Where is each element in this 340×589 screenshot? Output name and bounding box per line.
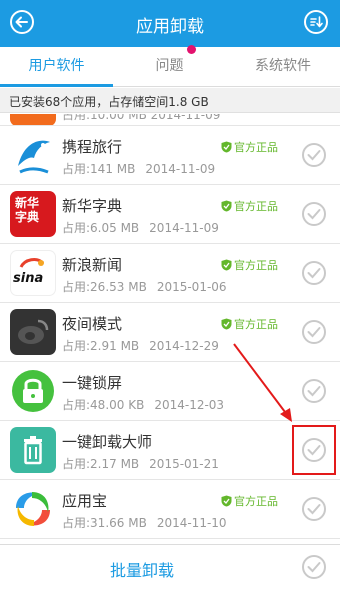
official-badge: 官方正品 (221, 198, 278, 214)
annotation-highlight-box (292, 425, 336, 475)
tab-bar: 用户软件 问题 系统软件 (0, 47, 340, 87)
official-badge-text: 官方正品 (234, 318, 278, 331)
select-checkbox[interactable] (302, 202, 326, 226)
list-item[interactable]: 一键卸载大师 占用:2.17 MB 2015-01-21 (0, 422, 340, 480)
ctrip-icon (10, 132, 56, 178)
checkmark-icon (307, 562, 321, 573)
uninstall-master-icon (10, 427, 56, 473)
official-badge-text: 官方正品 (234, 141, 278, 154)
official-badge: 官方正品 (221, 257, 278, 273)
list-item[interactable]: 新华 字典 新华字典 占用:6.05 MB 2014-11-09 官方正品 (0, 186, 340, 244)
tab-system-apps[interactable]: 系统软件 (226, 47, 340, 87)
list-item-partial: 占用:10.00 MB 2014-11-09 (0, 114, 340, 126)
bottom-action-bar: 批量卸载 (0, 544, 340, 589)
official-badge-text: 官方正品 (234, 200, 278, 213)
shield-check-icon (221, 495, 232, 507)
sina-news-icon: sina (10, 250, 56, 296)
shield-check-icon (221, 200, 232, 212)
page-title: 应用卸载 (136, 17, 204, 37)
shield-check-icon (221, 141, 232, 153)
select-checkbox[interactable] (302, 320, 326, 344)
sina-logo-text: sina (13, 271, 44, 286)
app-meta: 占用:2.91 MB 2014-12-29 (62, 337, 219, 354)
annotation-arrow (233, 343, 292, 422)
app-meta: 占用:26.53 MB 2015-01-06 (62, 278, 227, 295)
checkmark-icon (307, 268, 321, 279)
checkmark-icon (307, 209, 321, 220)
shield-check-icon (221, 259, 232, 271)
official-badge: 官方正品 (221, 139, 278, 155)
app-size: 占用:2.17 MB (62, 457, 140, 471)
checkmark-icon (307, 327, 321, 338)
xinhua-icon-line2: 字典 (15, 210, 40, 224)
xinhua-dictionary-icon: 新华 字典 (10, 191, 56, 237)
app-size: 占用:141 MB (62, 162, 136, 176)
app-name: 一键卸载大师 (62, 433, 153, 451)
list-item[interactable]: sina 新浪新闻 占用:26.53 MB 2015-01-06 官方正品 (0, 245, 340, 303)
app-date: 2015-01-06 (156, 280, 227, 294)
app-list[interactable]: 占用:10.00 MB 2014-11-09 携程旅行 占用:141 MB 201… (0, 114, 340, 543)
official-badge-text: 官方正品 (234, 495, 278, 508)
app-size: 占用:6.05 MB (62, 221, 140, 235)
select-checkbox[interactable] (302, 497, 326, 521)
app-name: 一键锁屏 (62, 374, 123, 392)
tab-issues[interactable]: 问题 (113, 47, 226, 87)
app-meta: 占用:141 MB 2014-11-09 (62, 160, 215, 177)
checkmark-icon (307, 504, 321, 515)
app-meta: 占用:2.17 MB 2015-01-21 (62, 455, 219, 472)
list-item[interactable]: 携程旅行 占用:141 MB 2014-11-09 官方正品 (0, 127, 340, 185)
app-date: 2014-12-03 (154, 398, 225, 412)
checkmark-icon (307, 386, 321, 397)
sort-down-icon (310, 16, 323, 28)
app-icon-partial (10, 114, 56, 125)
app-date: 2014-11-10 (156, 516, 227, 530)
list-item[interactable]: 应用宝 占用:31.66 MB 2014-11-10 官方正品 (0, 481, 340, 539)
select-all-checkbox[interactable] (302, 555, 326, 579)
select-checkbox[interactable] (302, 143, 326, 167)
official-badge-text: 官方正品 (234, 259, 278, 272)
app-date: 2014-11-09 (145, 162, 216, 176)
official-badge: 官方正品 (221, 316, 278, 332)
storage-summary-text: 已安装68个应用，占存储空间1.8 GB (9, 95, 209, 109)
shield-check-icon (221, 318, 232, 330)
xinhua-icon-line1: 新华 (15, 196, 40, 210)
app-size: 占用:2.91 MB (62, 339, 140, 353)
app-date: 2014-11-09 (149, 221, 219, 235)
storage-summary: 已安装68个应用，占存储空间1.8 GB (0, 88, 340, 113)
app-name: 夜间模式 (62, 315, 123, 333)
weibo-night-mode-icon (10, 309, 56, 355)
yingyongbao-icon (10, 486, 56, 532)
app-name: 携程旅行 (62, 138, 123, 156)
bulk-uninstall-button[interactable]: 批量卸载 (0, 557, 284, 581)
notification-dot (187, 45, 196, 54)
lock-screen-icon (10, 368, 56, 414)
app-meta-partial: 占用:10.00 MB 2014-11-09 (62, 114, 221, 122)
app-size: 占用:31.66 MB (62, 516, 147, 530)
app-name: 新华字典 (62, 197, 123, 215)
app-name: 新浪新闻 (62, 256, 123, 274)
select-checkbox[interactable] (302, 261, 326, 285)
sort-button[interactable] (304, 10, 328, 34)
title-bar: 应用卸载 (0, 0, 340, 47)
app-size: 占用:26.53 MB (62, 280, 147, 294)
checkmark-icon (307, 150, 321, 161)
app-date: 2014-12-29 (149, 339, 219, 353)
tab-user-apps[interactable]: 用户软件 (0, 47, 113, 87)
app-meta: 占用:6.05 MB 2014-11-09 (62, 219, 219, 236)
app-size: 占用:48.00 KB (62, 398, 145, 412)
app-date: 2015-01-21 (149, 457, 219, 471)
official-badge: 官方正品 (221, 493, 278, 509)
app-meta: 占用:31.66 MB 2014-11-10 (62, 514, 227, 531)
select-checkbox[interactable] (302, 379, 326, 403)
app-name: 应用宝 (62, 492, 108, 510)
xinhua-icon-text: 新华 字典 (15, 196, 39, 224)
app-meta: 占用:48.00 KB 2014-12-03 (62, 396, 224, 413)
